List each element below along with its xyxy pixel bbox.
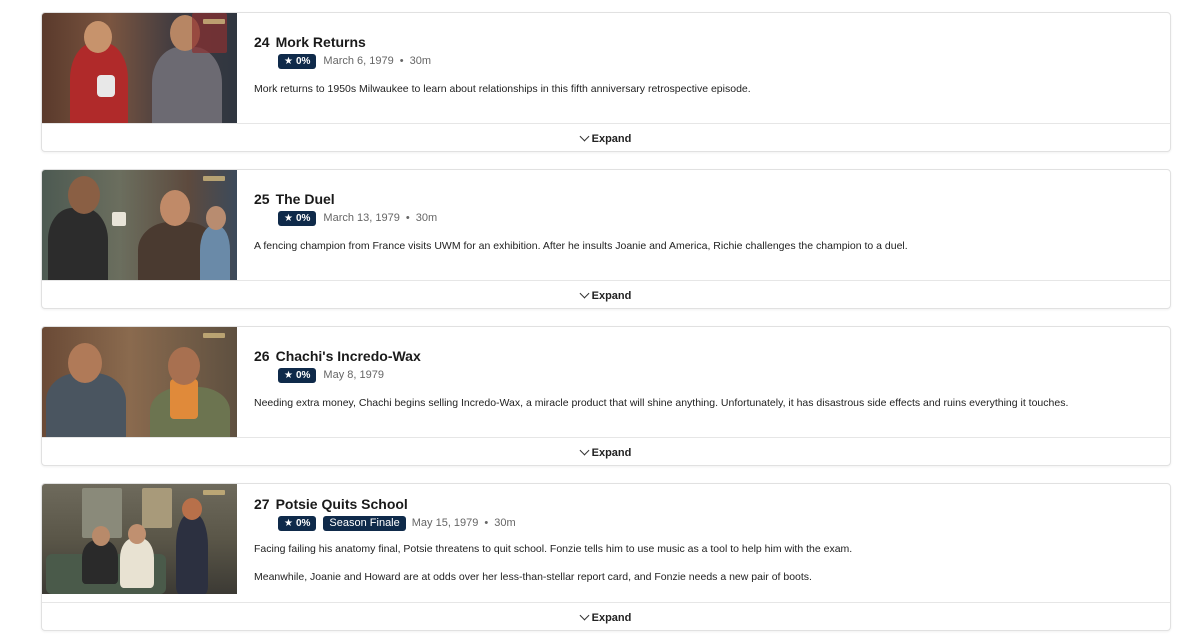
expand-button[interactable]: Expand [42,602,1170,630]
episode-number: 26 [254,348,270,364]
episode-thumbnail[interactable] [42,484,237,594]
episode-info: 24 Mork Returns ★ 0% March 6, 1979 • 30m M… [237,13,1170,123]
expand-button[interactable]: Expand [42,123,1170,151]
episode-description: A fencing champion from France visits UW… [254,240,908,252]
star-icon: ★ [284,369,293,381]
chevron-down-icon [579,131,590,141]
episode-card: 24 Mork Returns ★ 0% March 6, 1979 • 30m M… [41,12,1171,152]
episode-info: 27 Potsie Quits School ★ 0% Season Finale … [237,484,1170,602]
star-icon: ★ [284,55,293,67]
episode-description-continued: Meanwhile, Joanie and Howard are at odds… [254,571,812,583]
episode-title: Mork Returns [275,34,366,50]
chevron-down-icon [579,610,590,620]
expand-button[interactable]: Expand [42,437,1170,465]
rating-value: 0% [295,369,311,381]
episode-card: 25 The Duel ★ 0% March 13, 1979 • 30m A fe… [41,169,1171,309]
episode-list: 24 Mork Returns ★ 0% March 6, 1979 • 30m M… [41,12,1171,631]
season-finale-badge: Season Finale [323,515,406,531]
episode-thumbnail[interactable] [42,13,237,123]
separator-dot: • [405,212,410,224]
star-icon: ★ [284,212,293,224]
episode-title-row[interactable]: 24 Mork Returns [254,33,1170,51]
air-date: May 8, 1979 [323,369,384,381]
runtime: 30m [409,55,432,67]
expand-label: Expand [591,446,632,459]
episode-thumbnail[interactable] [42,327,237,437]
episode-title-row[interactable]: 27 Potsie Quits School [254,495,1170,513]
separator-dot: • [484,517,489,529]
episode-card: 26 Chachi's Incredo-Wax ★ 0% May 8, 1979 N… [41,326,1171,466]
episode-number: 25 [254,191,270,207]
rating-badge: ★ 0% [278,515,317,531]
episode-info: 25 The Duel ★ 0% March 13, 1979 • 30m A fe… [237,170,1170,280]
rating-badge: ★ 0% [278,53,317,69]
episode-meta: ★ 0% May 8, 1979 [278,367,1170,383]
separator-dot: • [399,55,404,67]
episode-number: 27 [254,496,270,512]
episode-meta: ★ 0% March 6, 1979 • 30m [278,53,1170,69]
rating-badge: ★ 0% [278,210,317,226]
chevron-down-icon [579,445,590,455]
episode-description: Mork returns to 1950s Milwaukee to learn… [254,83,751,95]
chevron-down-icon [579,288,590,298]
rating-value: 0% [295,517,311,529]
episode-title-row[interactable]: 26 Chachi's Incredo-Wax [254,347,1170,365]
expand-label: Expand [591,132,632,145]
episode-description: Needing extra money, Chachi begins selli… [254,397,1069,409]
rating-value: 0% [295,212,311,224]
expand-label: Expand [591,289,632,302]
episode-title: Potsie Quits School [275,496,408,512]
episode-number: 24 [254,34,270,50]
episode-title: Chachi's Incredo-Wax [275,348,421,364]
runtime: 30m [415,212,438,224]
episode-title-row[interactable]: 25 The Duel [254,190,1170,208]
rating-value: 0% [295,55,311,67]
episode-info: 26 Chachi's Incredo-Wax ★ 0% May 8, 1979 N… [237,327,1170,437]
episode-thumbnail[interactable] [42,170,237,280]
episode-meta: ★ 0% Season Finale May 15, 1979 • 30m [278,515,1170,531]
air-date: March 13, 1979 [323,212,400,224]
episode-description: Facing failing his anatomy final, Potsie… [254,543,853,555]
air-date: March 6, 1979 [323,55,394,67]
episode-meta: ★ 0% March 13, 1979 • 30m [278,210,1170,226]
air-date: May 15, 1979 [411,517,479,529]
runtime: 30m [494,517,516,529]
episode-card: 27 Potsie Quits School ★ 0% Season Finale … [41,483,1171,631]
star-icon: ★ [284,517,293,529]
expand-button[interactable]: Expand [42,280,1170,308]
episode-title: The Duel [275,191,335,207]
rating-badge: ★ 0% [278,367,317,383]
expand-label: Expand [591,611,632,624]
